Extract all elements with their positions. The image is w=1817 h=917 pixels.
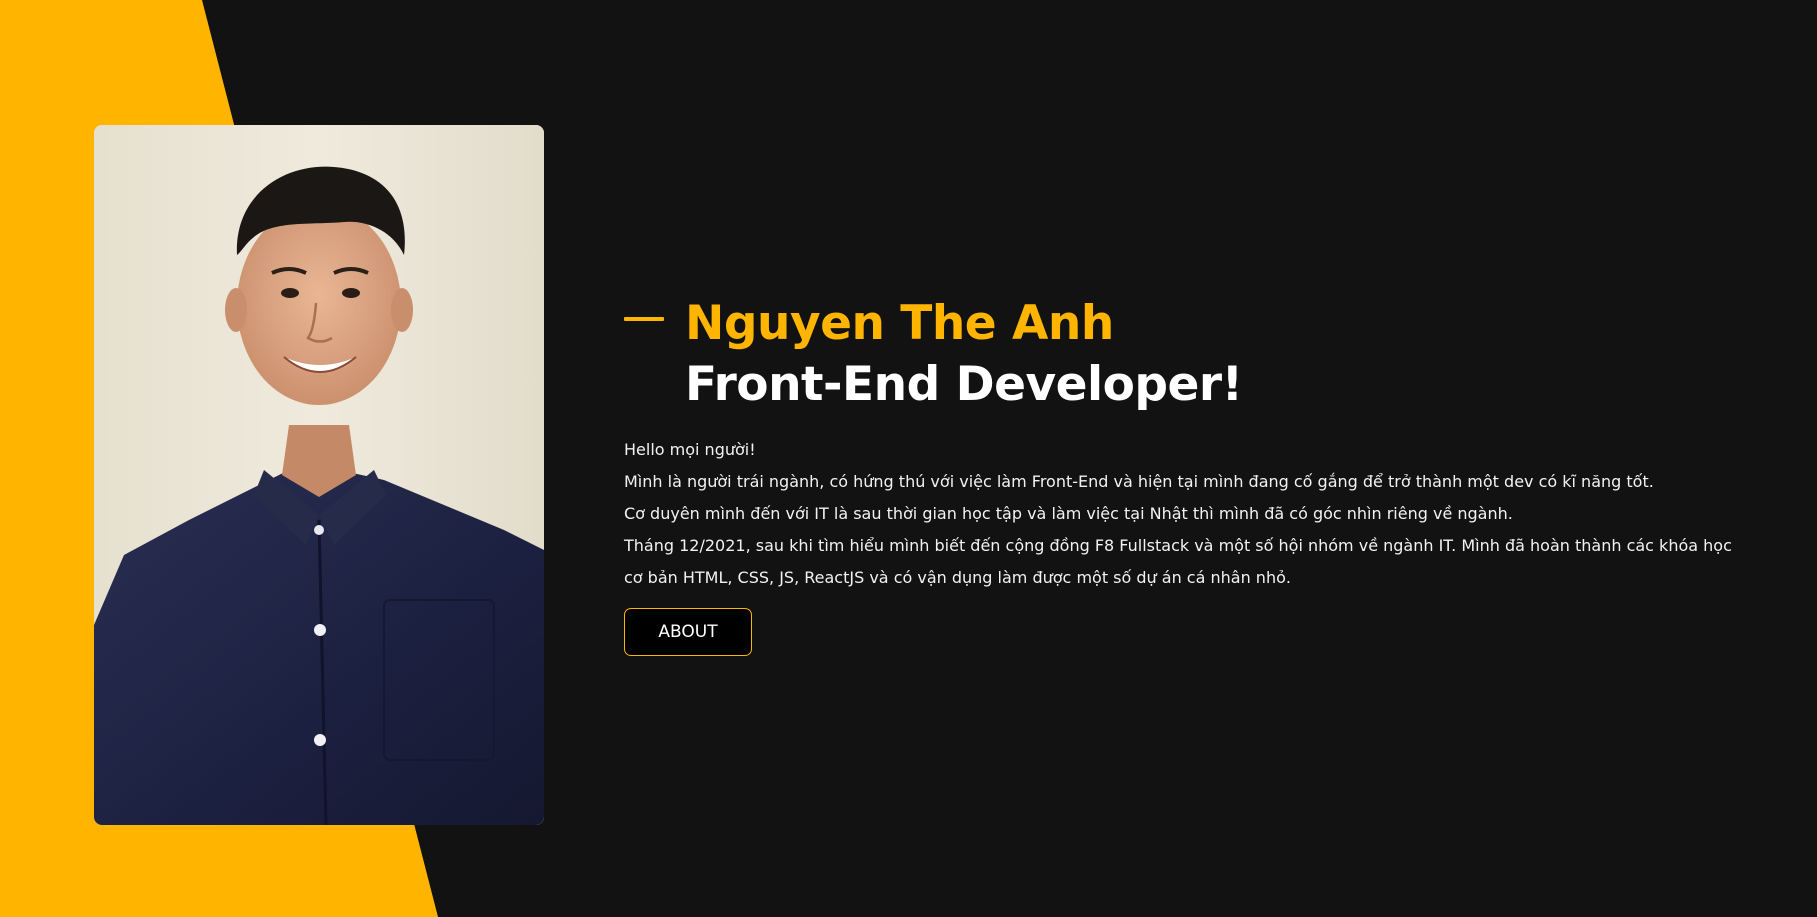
bio-text: Hello mọi người! Mình là người trái ngàn… [624,434,1754,594]
bio-line: Mình là người trái ngành, có hứng thú vớ… [624,472,1654,491]
bio-line: Hello mọi người! [624,440,756,459]
about-button[interactable]: ABOUT [624,608,752,656]
profile-photo [94,125,544,825]
title-block: Nguyen The Anh Front-End Developer! [624,294,1754,416]
accent-dash [624,317,664,321]
bio-line: Tháng 12/2021, sau khi tìm hiểu mình biế… [624,536,1732,587]
bio-line: Cơ duyên mình đến với IT là sau thời gia… [624,504,1513,523]
developer-name: Nguyen The Anh [685,296,1114,351]
intro-content: Nguyen The Anh Front-End Developer! Hell… [624,294,1754,656]
hero-section: Nguyen The Anh Front-End Developer! Hell… [0,0,1817,917]
developer-role: Front-End Developer! [685,357,1243,412]
